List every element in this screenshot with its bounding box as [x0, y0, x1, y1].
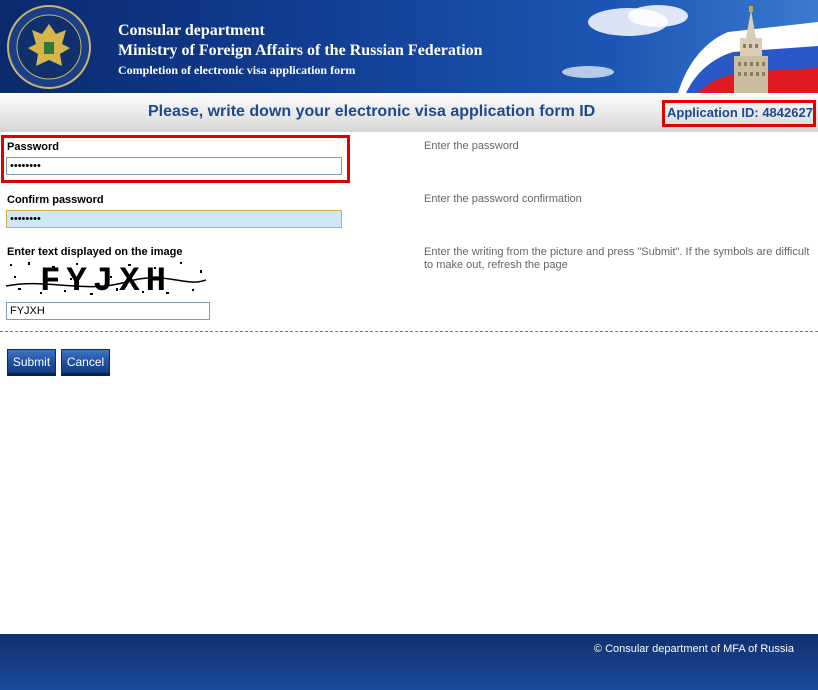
password-hint: Enter the password: [424, 140, 519, 152]
confirm-password-hint: Enter the password confirmation: [424, 193, 582, 205]
russian-flag-and-building-icon: [562, 5, 818, 93]
confirm-password-label: Confirm password: [7, 194, 104, 206]
password-label: Password: [7, 141, 59, 153]
footer-copyright: © Consular department of MFA of Russia: [593, 643, 794, 655]
form-divider: [0, 331, 818, 332]
password-input[interactable]: [6, 157, 342, 175]
application-id: Application ID: 4842627: [667, 105, 813, 120]
captcha-hint: Enter the writing from the picture and p…: [424, 246, 810, 271]
consular-emblem-icon: [7, 5, 91, 89]
captcha-input[interactable]: [6, 302, 210, 320]
cancel-button[interactable]: Cancel: [61, 349, 110, 376]
page-title: Please, write down your electronic visa …: [148, 103, 596, 120]
site-header: Consular department Ministry of Foreign …: [0, 0, 818, 93]
site-footer: © Consular department of MFA of Russia: [0, 634, 818, 690]
header-department: Consular department: [118, 22, 265, 39]
submit-button[interactable]: Submit: [7, 349, 56, 376]
captcha-image[interactable]: FYJXH: [6, 258, 206, 299]
header-ministry: Ministry of Foreign Affairs of the Russi…: [118, 42, 483, 59]
confirm-password-input[interactable]: [6, 210, 342, 228]
captcha-text: FYJXH: [40, 263, 172, 299]
header-subtitle: Completion of electronic visa applicatio…: [118, 63, 356, 77]
captcha-label: Enter text displayed on the image: [7, 246, 183, 258]
